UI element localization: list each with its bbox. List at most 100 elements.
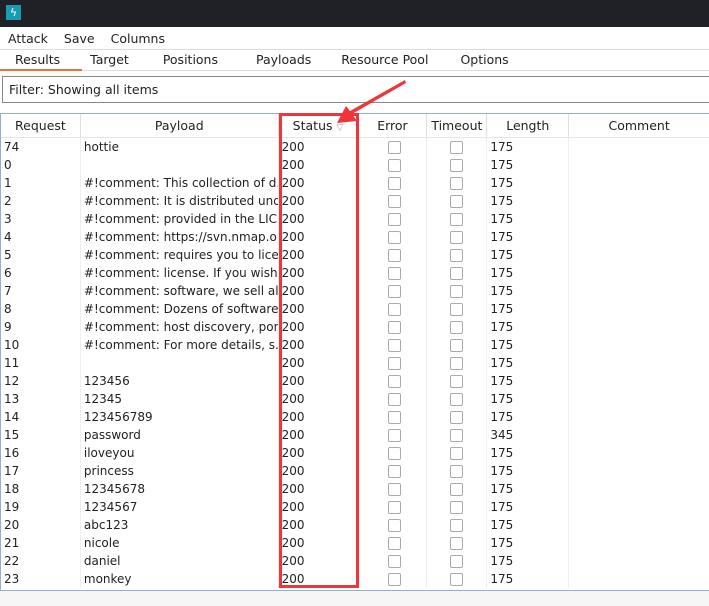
checkbox[interactable]: [387, 573, 401, 586]
checkbox[interactable]: [387, 339, 401, 352]
checkbox[interactable]: [387, 357, 401, 370]
checkbox[interactable]: [450, 465, 464, 478]
checkbox[interactable]: [387, 375, 401, 388]
checkbox[interactable]: [387, 249, 401, 262]
status-cell: 200: [279, 228, 359, 246]
tab-payloads[interactable]: Payloads: [244, 50, 339, 70]
checkbox[interactable]: [450, 483, 464, 496]
checkbox[interactable]: [450, 375, 464, 388]
menu-columns[interactable]: Columns: [111, 31, 165, 46]
payload-cell: #!comment: Dozens of software...: [81, 300, 279, 318]
table-row[interactable]: 0 200 175: [1, 156, 709, 174]
checkbox[interactable]: [450, 519, 464, 532]
checkbox[interactable]: [450, 537, 464, 550]
table-row[interactable]: 14 123456789 200 175: [1, 408, 709, 426]
checkbox[interactable]: [387, 177, 401, 190]
table-row[interactable]: 22 daniel 200 175: [1, 552, 709, 570]
table-row[interactable]: 21 nicole 200 175: [1, 534, 709, 552]
checkbox[interactable]: [387, 195, 401, 208]
table-row[interactable]: 3 #!comment: provided in the LIC... 200 175: [1, 210, 709, 228]
table-row[interactable]: 5 #!comment: requires you to lice... 200 17…: [1, 246, 709, 264]
col-length[interactable]: Length: [487, 114, 570, 137]
col-error[interactable]: Error: [359, 114, 428, 137]
table-row[interactable]: 2 #!comment: It is distributed und... 200 1…: [1, 192, 709, 210]
tab-options[interactable]: Options: [456, 50, 508, 70]
checkbox[interactable]: [450, 285, 464, 298]
error-cell: [359, 552, 428, 570]
table-row[interactable]: 18 12345678 200 175: [1, 480, 709, 498]
checkbox[interactable]: [450, 429, 464, 442]
col-timeout[interactable]: Timeout: [427, 114, 488, 137]
checkbox[interactable]: [450, 177, 464, 190]
checkbox[interactable]: [450, 411, 464, 424]
menu-attack[interactable]: Attack: [8, 31, 48, 46]
table-row[interactable]: 12 123456 200 175: [1, 372, 709, 390]
checkbox[interactable]: [387, 393, 401, 406]
checkbox[interactable]: [450, 195, 464, 208]
checkbox[interactable]: [387, 555, 401, 568]
checkbox[interactable]: [387, 141, 401, 154]
error-cell: [359, 444, 428, 462]
table-row[interactable]: 15 password 200 345: [1, 426, 709, 444]
table-row[interactable]: 16 iloveyou 200 175: [1, 444, 709, 462]
table-row[interactable]: 17 princess 200 175: [1, 462, 709, 480]
table-row[interactable]: 8 #!comment: Dozens of software... 200 175: [1, 300, 709, 318]
col-request[interactable]: Request: [1, 114, 81, 137]
checkbox[interactable]: [450, 321, 464, 334]
checkbox[interactable]: [450, 249, 464, 262]
table-row[interactable]: 4 #!comment: https://svn.nmap.or... 200 175: [1, 228, 709, 246]
table-row[interactable]: 6 #!comment: license. If you wish ... 200 1…: [1, 264, 709, 282]
col-status[interactable]: Status ▽: [279, 114, 359, 137]
checkbox[interactable]: [387, 447, 401, 460]
error-cell: [359, 534, 428, 552]
table-row[interactable]: 9 #!comment: host discovery, port... 200 17…: [1, 318, 709, 336]
checkbox[interactable]: [387, 519, 401, 532]
checkbox[interactable]: [387, 267, 401, 280]
checkbox[interactable]: [450, 231, 464, 244]
tab-positions[interactable]: Positions: [151, 50, 244, 70]
col-comment[interactable]: Comment: [569, 114, 709, 137]
checkbox[interactable]: [387, 303, 401, 316]
filter-bar[interactable]: Filter: Showing all items: [2, 76, 709, 103]
table-row[interactable]: 19 1234567 200 175: [1, 498, 709, 516]
checkbox[interactable]: [387, 231, 401, 244]
checkbox[interactable]: [387, 465, 401, 478]
checkbox[interactable]: [387, 159, 401, 172]
checkbox[interactable]: [387, 213, 401, 226]
table-row[interactable]: 7 #!comment: software, we sell al... 200 17…: [1, 282, 709, 300]
col-payload[interactable]: Payload: [81, 114, 279, 137]
checkbox[interactable]: [387, 429, 401, 442]
tab-resource-pool[interactable]: Resource Pool: [339, 50, 456, 70]
checkbox[interactable]: [450, 303, 464, 316]
checkbox[interactable]: [450, 339, 464, 352]
tab-target[interactable]: Target: [82, 50, 151, 70]
table-row[interactable]: 74 hottie 200 175: [1, 138, 709, 156]
checkbox[interactable]: [450, 267, 464, 280]
checkbox[interactable]: [450, 573, 464, 586]
error-cell: [359, 480, 428, 498]
checkbox[interactable]: [387, 501, 401, 514]
checkbox[interactable]: [450, 447, 464, 460]
checkbox[interactable]: [450, 393, 464, 406]
error-cell: [359, 300, 428, 318]
checkbox[interactable]: [387, 285, 401, 298]
checkbox[interactable]: [450, 141, 464, 154]
checkbox[interactable]: [450, 501, 464, 514]
menu-save[interactable]: Save: [64, 31, 95, 46]
table-row[interactable]: 13 12345 200 175: [1, 390, 709, 408]
table-row[interactable]: 20 abc123 200 175: [1, 516, 709, 534]
checkbox[interactable]: [450, 159, 464, 172]
table-row[interactable]: 11 200 175: [1, 354, 709, 372]
checkbox[interactable]: [387, 411, 401, 424]
checkbox[interactable]: [450, 213, 464, 226]
table-row[interactable]: 10 #!comment: For more details, s... 200 17…: [1, 336, 709, 354]
checkbox[interactable]: [450, 357, 464, 370]
checkbox[interactable]: [387, 537, 401, 550]
table-row[interactable]: 1 #!comment: This collection of d... 200 17…: [1, 174, 709, 192]
checkbox[interactable]: [387, 321, 401, 334]
checkbox[interactable]: [387, 483, 401, 496]
table-row[interactable]: 23 monkey 200 175: [1, 570, 709, 588]
length-cell: 175: [487, 570, 570, 588]
checkbox[interactable]: [450, 555, 464, 568]
tab-results[interactable]: Results: [0, 50, 83, 71]
